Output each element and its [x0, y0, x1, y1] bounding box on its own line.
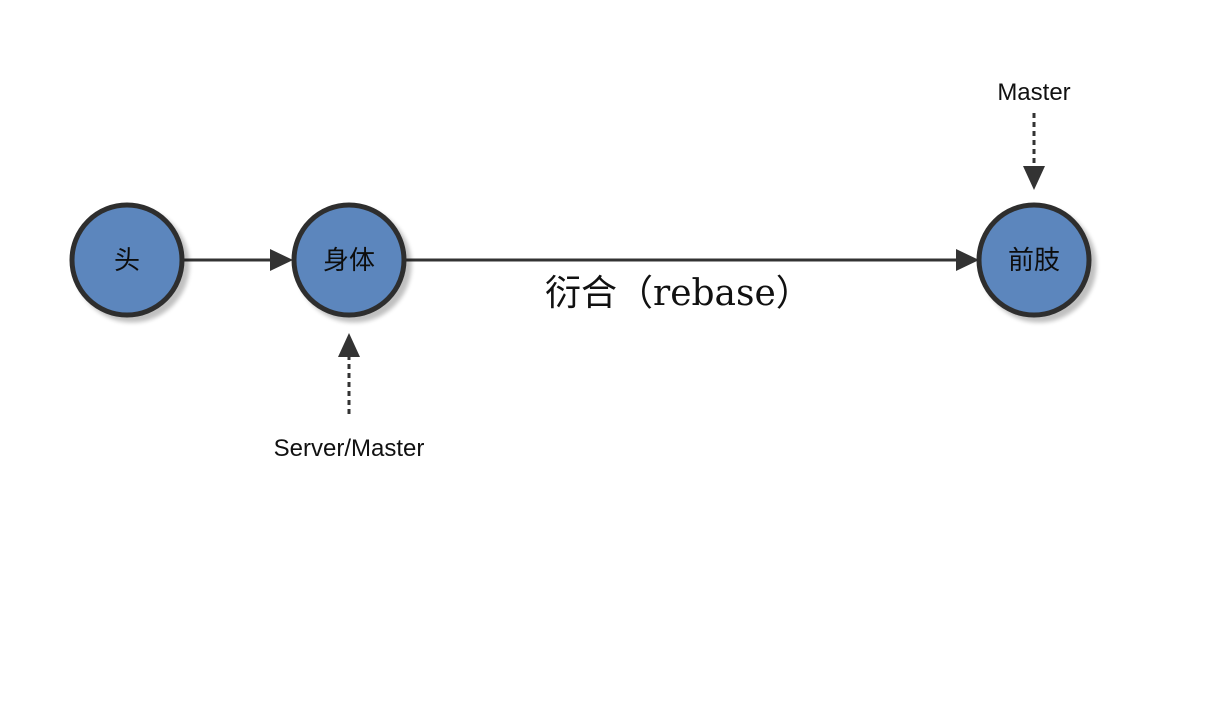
node-body: 身体 [291, 202, 407, 318]
arrowhead-icon [1023, 166, 1045, 190]
pointer-server-master: Server/Master [274, 333, 425, 462]
arrowhead-icon [956, 249, 979, 271]
edge-head-to-body [182, 249, 293, 271]
node-label-limbs: 前肢 [1008, 246, 1060, 276]
arrowhead-icon [338, 333, 360, 357]
node-limbs: 前肢 [976, 202, 1092, 318]
pointer-label-server-master: Server/Master [274, 435, 425, 462]
node-head: 头 [69, 202, 185, 318]
rebase-diagram: 衍合（rebase） Server/Master Master 头 身体 前肢 [69, 79, 1092, 462]
node-label-body: 身体 [323, 246, 375, 276]
edge-label-rebase: 衍合（rebase） [545, 273, 812, 314]
pointer-label-master: Master [997, 79, 1070, 106]
node-label-head: 头 [114, 246, 140, 276]
edge-body-to-limbs: 衍合（rebase） [405, 249, 979, 314]
pointer-master: Master [997, 79, 1071, 190]
arrowhead-icon [270, 249, 293, 271]
